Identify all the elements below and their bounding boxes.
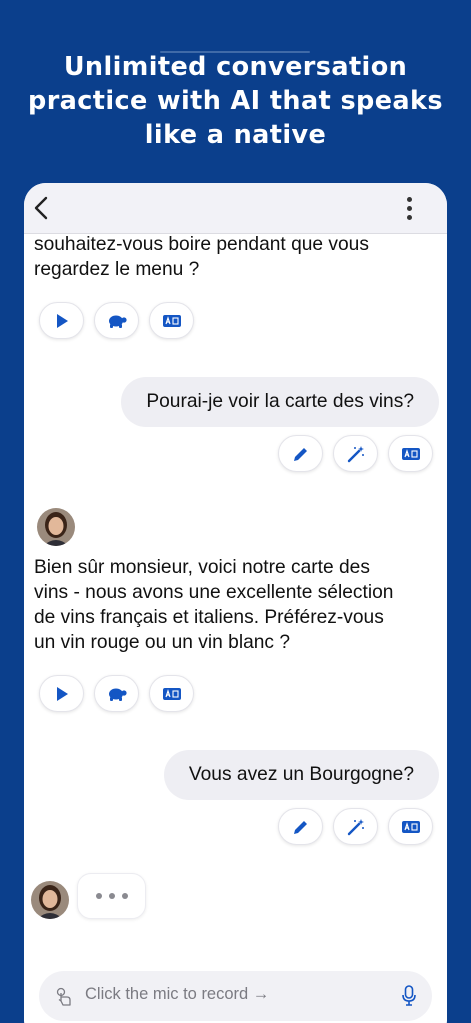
ai-avatar bbox=[37, 508, 75, 546]
translate-button[interactable] bbox=[388, 435, 433, 472]
play-audio-button[interactable] bbox=[39, 302, 84, 339]
chat-screen: souhaitez-vous boire pendant que vous re… bbox=[24, 183, 447, 1023]
edit-message-button[interactable] bbox=[278, 808, 323, 845]
more-options-button[interactable] bbox=[405, 197, 413, 221]
slow-playback-button[interactable] bbox=[94, 302, 139, 339]
back-button[interactable] bbox=[30, 195, 54, 221]
record-input-bar[interactable]: Click the mic to record → bbox=[39, 971, 432, 1021]
ai-message-1-line-1: souhaitez-vous boire pendant que vous bbox=[34, 234, 369, 255]
ai-message-1-actions bbox=[39, 302, 194, 339]
chevron-left-icon bbox=[34, 196, 48, 220]
ai-message-2-line-4: un vin rouge ou un vin blanc ? bbox=[34, 632, 291, 653]
ai-message-1: souhaitez-vous boire pendant que vous re… bbox=[34, 232, 434, 282]
turtle-icon bbox=[108, 315, 127, 328]
ai-message-2-actions bbox=[39, 675, 194, 712]
translate-icon bbox=[401, 820, 420, 833]
translate-icon bbox=[162, 687, 181, 700]
improve-message-button[interactable] bbox=[333, 435, 378, 472]
tutor-portrait-image bbox=[37, 508, 75, 546]
ai-message-2-line-2: vins - nous avons une excellente sélecti… bbox=[34, 582, 394, 603]
headline-line-2: practice with AI that speaks bbox=[28, 86, 443, 116]
translate-button[interactable] bbox=[388, 808, 433, 845]
pencil-icon bbox=[293, 819, 308, 834]
translate-button[interactable] bbox=[149, 675, 194, 712]
microphone-icon bbox=[402, 985, 416, 1006]
translate-icon bbox=[401, 447, 420, 460]
magic-wand-icon bbox=[347, 818, 364, 835]
chat-header bbox=[24, 183, 447, 234]
ai-message-2-line-1: Bien sûr monsieur, voici notre carte des bbox=[34, 557, 370, 578]
more-vertical-icon bbox=[406, 197, 412, 202]
edit-message-button[interactable] bbox=[278, 435, 323, 472]
play-icon bbox=[56, 313, 68, 328]
headline-line-3: like a native bbox=[144, 120, 327, 150]
promo-headline: Unlimited conversation practice with AI … bbox=[0, 50, 471, 152]
user-message-1: Pourai-je voir la carte des vins? bbox=[121, 377, 439, 427]
typing-indicator bbox=[77, 873, 146, 919]
user-message-1-actions bbox=[278, 435, 433, 472]
play-icon bbox=[56, 686, 68, 701]
ai-message-1-line-2: regardez le menu ? bbox=[34, 259, 200, 280]
magic-wand-icon bbox=[347, 445, 364, 462]
slow-playback-button[interactable] bbox=[94, 675, 139, 712]
headline-line-1: Unlimited conversation bbox=[63, 52, 408, 82]
ai-avatar bbox=[31, 881, 69, 919]
ai-message-2: Bien sûr monsieur, voici notre carte des… bbox=[34, 555, 434, 655]
user-message-2-actions bbox=[278, 808, 433, 845]
tutor-portrait-image bbox=[31, 881, 69, 919]
translate-icon bbox=[162, 314, 181, 327]
record-hint: Click the mic to record → bbox=[85, 985, 270, 1003]
translate-button[interactable] bbox=[149, 302, 194, 339]
hand-tap-icon bbox=[56, 987, 71, 1006]
improve-message-button[interactable] bbox=[333, 808, 378, 845]
play-audio-button[interactable] bbox=[39, 675, 84, 712]
turtle-icon bbox=[108, 688, 127, 701]
user-message-2: Vous avez un Bourgogne? bbox=[163, 750, 439, 800]
microphone-button[interactable] bbox=[402, 985, 416, 1007]
pencil-icon bbox=[293, 446, 308, 461]
ai-message-2-line-3: de vins français et italiens. Préférez-v… bbox=[34, 607, 384, 628]
